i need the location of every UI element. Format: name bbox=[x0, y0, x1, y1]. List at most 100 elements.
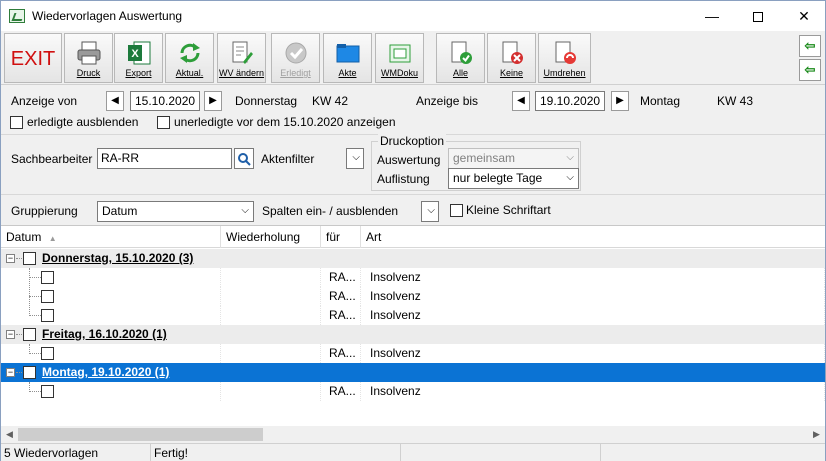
scroll-left-icon[interactable]: ◀ bbox=[1, 426, 18, 443]
row-checkbox[interactable] bbox=[41, 290, 54, 303]
date-from-input[interactable]: 15.10.2020 bbox=[130, 91, 200, 111]
column-header-date-label: Datum bbox=[6, 230, 42, 244]
back-button[interactable]: ⇦ bbox=[799, 35, 821, 57]
back-bottom-button[interactable]: ⇦ bbox=[799, 59, 821, 81]
select-all-label: Alle bbox=[452, 68, 468, 78]
date-to-input[interactable]: 19.10.2020 bbox=[535, 91, 605, 111]
date-to-label: Anzeige bis bbox=[416, 94, 479, 108]
group-row[interactable]: − Montag, 19.10.2020 (1) bbox=[1, 363, 825, 382]
clerk-input[interactable]: RA-RR bbox=[97, 148, 232, 169]
column-header-type[interactable]: Art bbox=[361, 226, 825, 248]
grouping-dropdown[interactable]: Datum ⌵ bbox=[97, 201, 254, 222]
small-font-label: Kleine Schriftart bbox=[466, 203, 551, 217]
date-cell bbox=[1, 268, 221, 287]
date-to-next-button[interactable]: ▶ bbox=[611, 91, 629, 111]
tree-connector bbox=[16, 334, 22, 335]
select-none-label: Keine bbox=[499, 68, 524, 78]
row-checkbox[interactable] bbox=[41, 271, 54, 284]
main-window: Wiedervorlagen Auswertung — ✕ EXIT Druck… bbox=[0, 0, 826, 461]
done-button[interactable]: Erledigt bbox=[271, 33, 320, 83]
select-all-button[interactable]: Alle bbox=[436, 33, 485, 83]
horizontal-scrollbar[interactable]: ◀ ▶ bbox=[1, 426, 825, 443]
row-checkbox[interactable] bbox=[41, 309, 54, 322]
group-checkbox[interactable] bbox=[23, 252, 36, 265]
for-cell: RA... bbox=[321, 268, 361, 287]
clerk-search-button[interactable] bbox=[234, 148, 254, 169]
maximize-icon bbox=[753, 12, 763, 23]
svg-text:X: X bbox=[131, 48, 139, 60]
export-label: Export bbox=[125, 68, 152, 78]
file-filter-dropdown[interactable]: ⌵ bbox=[346, 148, 364, 169]
column-header-date[interactable]: Datum ▲ bbox=[1, 226, 221, 248]
hide-done-checkbox[interactable] bbox=[10, 116, 23, 129]
date-cell bbox=[1, 306, 221, 325]
table-row[interactable]: RA... Insolvenz bbox=[1, 287, 825, 306]
small-font-checkbox[interactable] bbox=[450, 204, 463, 217]
arrow-left-icon: ⇦ bbox=[804, 38, 816, 53]
status-count: 5 Wiedervorlagen bbox=[1, 444, 151, 461]
date-from-next-button[interactable]: ▶ bbox=[204, 91, 222, 111]
excel-icon: X bbox=[127, 41, 150, 65]
table-row[interactable]: RA... Insolvenz bbox=[1, 268, 825, 287]
group-row[interactable]: − Donnerstag, 15.10.2020 (3) bbox=[1, 249, 825, 268]
date-from-label: Anzeige von bbox=[11, 94, 78, 108]
group-title: Freitag, 16.10.2020 (1) bbox=[42, 327, 167, 341]
show-undone-checkbox[interactable] bbox=[157, 116, 170, 129]
tree-connector bbox=[29, 353, 41, 354]
row-checkbox[interactable] bbox=[41, 347, 54, 360]
exit-button[interactable]: EXIT bbox=[4, 33, 62, 83]
tree-connector bbox=[29, 268, 30, 316]
edit-wv-label: WV ändern bbox=[218, 68, 265, 78]
group-checkbox[interactable] bbox=[23, 328, 36, 341]
printer-icon bbox=[77, 41, 100, 65]
close-button[interactable]: ✕ bbox=[781, 1, 826, 31]
file-button[interactable]: Akte bbox=[323, 33, 372, 83]
group-row[interactable]: − Freitag, 16.10.2020 (1) bbox=[1, 325, 825, 344]
triangle-right-icon: ▶ bbox=[616, 95, 624, 106]
columns-toggle-dropdown[interactable]: ⌵ bbox=[421, 201, 439, 222]
edit-wv-button[interactable]: WV ändern bbox=[217, 33, 266, 83]
collapse-icon[interactable]: − bbox=[6, 330, 15, 339]
check-icon bbox=[285, 42, 306, 64]
chevron-down-icon: ⌵ bbox=[352, 152, 360, 163]
maximize-button[interactable] bbox=[735, 1, 781, 31]
row-checkbox[interactable] bbox=[41, 385, 54, 398]
done-label: Erledigt bbox=[280, 68, 311, 78]
select-none-button[interactable]: Keine bbox=[487, 33, 536, 83]
group-checkbox[interactable] bbox=[23, 366, 36, 379]
evaluation-dropdown[interactable]: gemeinsam ⌵ bbox=[448, 148, 579, 169]
table-row[interactable]: RA... Insolvenz bbox=[1, 344, 825, 363]
date-from-prev-button[interactable]: ◀ bbox=[106, 91, 124, 111]
hide-done-label: erledigte ausblenden bbox=[27, 115, 139, 129]
table-row[interactable]: RA... Insolvenz bbox=[1, 306, 825, 325]
refresh-button[interactable]: Aktual. bbox=[165, 33, 214, 83]
file-filter-label: Aktenfilter bbox=[261, 152, 315, 166]
export-button[interactable]: X Export bbox=[114, 33, 163, 83]
collapse-icon[interactable]: − bbox=[6, 368, 15, 377]
show-undone-label: unerledigte vor dem 15.10.2020 anzeigen bbox=[174, 115, 396, 129]
for-cell: RA... bbox=[321, 287, 361, 306]
wmdoku-button[interactable]: WMDoku bbox=[375, 33, 424, 83]
listing-dropdown[interactable]: nur belegte Tage ⌵ bbox=[448, 168, 579, 189]
column-header-repeat[interactable]: Wiederholung bbox=[221, 226, 321, 248]
scroll-right-icon[interactable]: ▶ bbox=[808, 426, 825, 443]
tree-connector bbox=[29, 296, 41, 297]
triangle-left-icon: ◀ bbox=[517, 95, 525, 106]
calendar-week-from: KW 42 bbox=[312, 94, 349, 108]
minimize-button[interactable]: — bbox=[689, 1, 735, 31]
type-cell: Insolvenz bbox=[361, 268, 825, 287]
scrollbar-thumb[interactable] bbox=[18, 428, 263, 441]
status-state: Fertig! bbox=[151, 444, 401, 461]
check-all-icon bbox=[451, 41, 472, 64]
column-header-for[interactable]: für bbox=[321, 226, 361, 248]
print-option-legend: Druckoption bbox=[378, 134, 447, 148]
invert-selection-button[interactable]: Umdrehen bbox=[538, 33, 591, 83]
print-button[interactable]: Druck bbox=[64, 33, 113, 83]
uncheck-all-icon bbox=[502, 41, 523, 64]
date-to-prev-button[interactable]: ◀ bbox=[512, 91, 530, 111]
status-empty-1 bbox=[401, 444, 601, 461]
grid-header: Datum ▲ Wiederholung für Art bbox=[1, 226, 825, 248]
collapse-icon[interactable]: − bbox=[6, 254, 15, 263]
table-row[interactable]: RA... Insolvenz bbox=[1, 382, 825, 401]
type-cell: Insolvenz bbox=[361, 287, 825, 306]
